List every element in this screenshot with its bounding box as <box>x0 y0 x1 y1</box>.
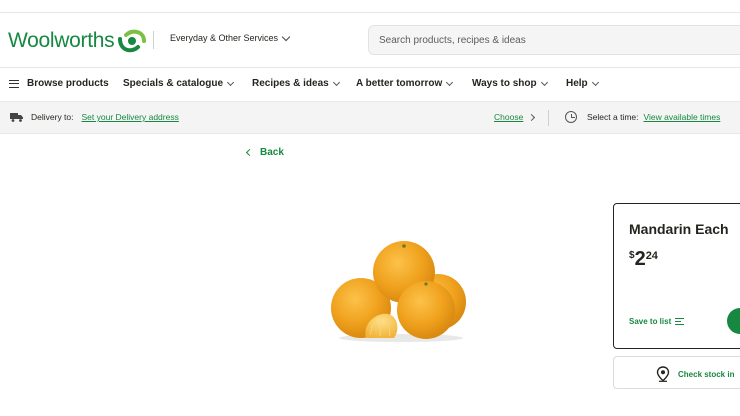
chevron-down-icon <box>281 32 291 41</box>
price-cents: 24 <box>645 250 658 262</box>
chevron-right-icon <box>528 113 536 121</box>
nav-label: Help <box>566 78 588 89</box>
delivery-divider <box>548 110 549 126</box>
chevron-down-icon <box>591 78 599 86</box>
delivery-address: Delivery to: Set your Delivery address <box>10 112 179 122</box>
delivery-bar: Delivery to: Set your Delivery address C… <box>0 101 740 134</box>
chevron-down-icon <box>540 78 548 86</box>
nav-browse-products[interactable]: Browse products <box>9 78 109 89</box>
choose-link[interactable]: Choose <box>494 112 523 122</box>
woolworths-logo-icon <box>118 29 147 53</box>
list-icon <box>675 318 685 326</box>
delivery-label: Delivery to: <box>31 112 74 122</box>
header-divider <box>153 31 154 49</box>
nav-label: Browse products <box>27 78 109 89</box>
main-nav: Browse products Specials & catalogue Rec… <box>0 68 740 101</box>
chevron-down-icon <box>332 78 340 86</box>
time-selector: Select a time: View available times <box>565 111 720 123</box>
location-pin-icon <box>656 366 670 382</box>
nav-recipes[interactable]: Recipes & ideas <box>252 78 340 89</box>
clock-icon <box>565 111 577 123</box>
nav-label: Ways to shop <box>472 78 537 89</box>
save-to-list-label: Save to list <box>629 317 672 326</box>
check-stock-content: Check stock in <box>656 366 734 382</box>
nav-specials[interactable]: Specials & catalogue <box>123 78 235 89</box>
add-to-cart-button[interactable] <box>727 308 740 334</box>
check-stock-label: Check stock in <box>678 369 735 379</box>
woolworths-logo[interactable]: Woolworths <box>8 27 148 55</box>
check-stock-button[interactable]: Check stock in <box>613 356 740 389</box>
nav-better-tomorrow[interactable]: A better tomorrow <box>356 78 454 89</box>
nav-label: Specials & catalogue <box>123 78 224 89</box>
product-price: $224 <box>629 248 658 271</box>
nav-label: A better tomorrow <box>356 78 443 89</box>
header: Woolworths Everyday & Other Services <box>0 13 740 67</box>
view-available-times-link[interactable]: View available times <box>644 112 721 122</box>
product-card: Mandarin Each $224 Save to list <box>613 203 740 349</box>
truck-icon <box>10 113 23 122</box>
search-input[interactable] <box>369 26 740 54</box>
menu-icon <box>9 79 19 88</box>
time-label: Select a time: <box>587 112 639 122</box>
search-box[interactable] <box>368 25 740 55</box>
price-currency: $ <box>629 250 635 261</box>
save-to-list-button[interactable]: Save to list <box>629 317 685 326</box>
product-name: Mandarin Each <box>629 221 729 237</box>
chevron-left-icon <box>245 148 254 157</box>
set-delivery-address-link[interactable]: Set your Delivery address <box>82 112 179 122</box>
back-label: Back <box>260 147 284 158</box>
chevron-down-icon <box>227 78 235 86</box>
chevron-down-icon <box>446 78 454 86</box>
nav-label: Recipes & ideas <box>252 78 329 89</box>
price-dollars: 2 <box>634 248 646 270</box>
choose-button[interactable]: Choose <box>494 112 536 122</box>
nav-ways-to-shop[interactable]: Ways to shop <box>472 78 548 89</box>
services-label: Everyday & Other Services <box>170 33 279 43</box>
back-button[interactable]: Back <box>245 147 284 158</box>
product-image <box>331 241 466 342</box>
nav-help[interactable]: Help <box>566 78 599 89</box>
services-dropdown[interactable]: Everyday & Other Services <box>170 32 291 43</box>
logo-text: Woolworths <box>8 29 115 52</box>
